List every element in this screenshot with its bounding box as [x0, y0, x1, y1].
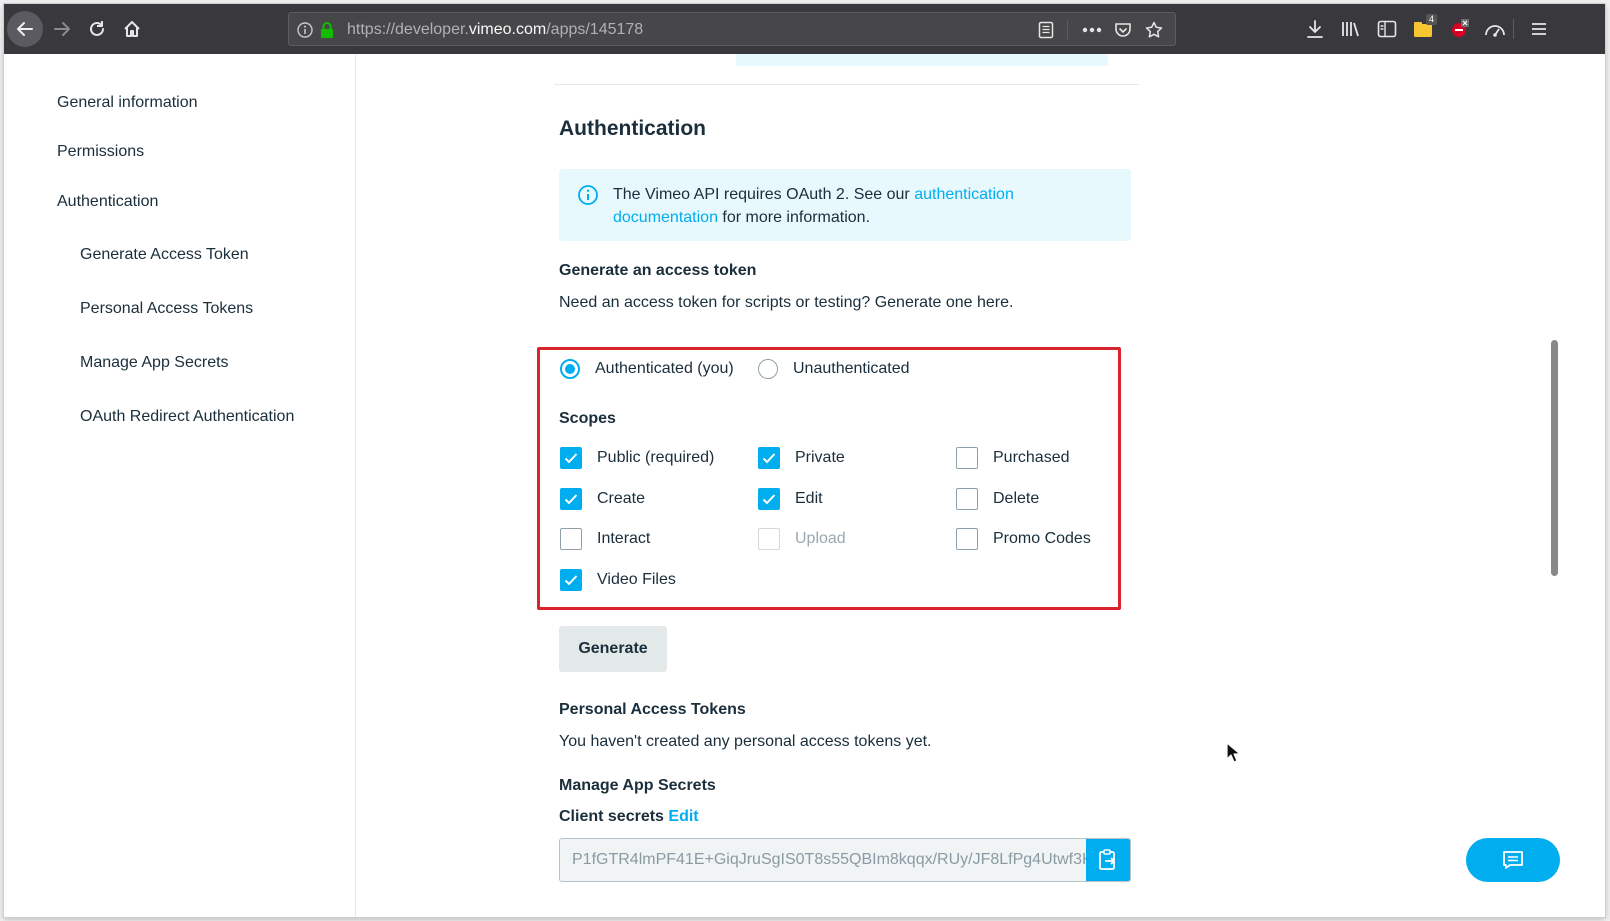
- toolbar-divider: [1513, 19, 1514, 39]
- generate-token-heading: Generate an access token: [559, 262, 757, 279]
- browser-window: https://developer.vimeo.com/apps/145178: [4, 4, 1605, 917]
- copy-secret-button[interactable]: [1086, 839, 1130, 881]
- url-text[interactable]: https://developer.vimeo.com/apps/145178: [347, 21, 643, 39]
- checkmark-icon: [564, 575, 578, 586]
- radio-authenticated-control[interactable]: [560, 359, 580, 379]
- scopes-heading: Scopes: [559, 410, 616, 427]
- checkbox-create[interactable]: [560, 488, 582, 510]
- checkbox-upload: [758, 528, 780, 550]
- scope-promo-codes[interactable]: Promo Codes: [956, 527, 1091, 551]
- back-button[interactable]: [7, 11, 43, 47]
- more-actions-icon[interactable]: [1081, 20, 1103, 40]
- scope-interact[interactable]: Interact: [560, 527, 650, 551]
- scope-private[interactable]: Private: [758, 446, 845, 470]
- scope-create[interactable]: Create: [560, 487, 645, 511]
- radio-authenticated[interactable]: Authenticated (you): [560, 357, 734, 381]
- extension-folder-icon[interactable]: 4: [1408, 12, 1438, 46]
- client-secret-input[interactable]: [560, 839, 1087, 881]
- client-secrets-edit-link[interactable]: Edit: [668, 808, 698, 825]
- info-text: The Vimeo API requires OAuth 2. See our …: [613, 186, 1014, 226]
- forward-button[interactable]: [45, 12, 79, 46]
- checkbox-video-files[interactable]: [560, 569, 582, 591]
- sidebar-item-personal-access-tokens[interactable]: Personal Access Tokens: [80, 300, 253, 318]
- library-badge: 4: [1425, 14, 1437, 25]
- info-circle-icon[interactable]: [295, 20, 315, 40]
- radio-unauthenticated-control[interactable]: [758, 359, 778, 379]
- extension-shield-icon[interactable]: [1444, 12, 1474, 46]
- chat-button[interactable]: [1466, 838, 1560, 882]
- sidebar-toggle-icon[interactable]: [1372, 12, 1402, 46]
- checkmark-icon: [564, 453, 578, 464]
- home-icon: [124, 21, 140, 37]
- arrow-right-icon: [54, 22, 70, 36]
- main-content: Authentication The Vimeo API requires OA…: [356, 54, 1551, 917]
- app-secrets-heading: Manage App Secrets: [559, 777, 716, 794]
- chat-icon: [1503, 851, 1523, 869]
- radio-unauthenticated[interactable]: Unauthenticated: [758, 357, 910, 381]
- checkmark-icon: [762, 453, 776, 464]
- checkbox-private[interactable]: [758, 447, 780, 469]
- scope-delete[interactable]: Delete: [956, 487, 1039, 511]
- scope-purchased[interactable]: Purchased: [956, 446, 1070, 470]
- checkmark-icon: [762, 494, 776, 505]
- checkmark-icon: [564, 494, 578, 505]
- checkbox-public[interactable]: [560, 447, 582, 469]
- info-icon: [578, 185, 598, 205]
- personal-tokens-heading: Personal Access Tokens: [559, 701, 746, 718]
- checkbox-promo-codes[interactable]: [956, 528, 978, 550]
- scope-video-files[interactable]: Video Files: [560, 568, 676, 592]
- personal-tokens-description: You haven't created any personal access …: [559, 733, 932, 750]
- client-secret-field: [559, 838, 1131, 882]
- reload-icon: [90, 21, 104, 36]
- urlbar-divider: [1067, 20, 1068, 40]
- library-icon[interactable]: [1336, 12, 1366, 46]
- star-bookmark-icon[interactable]: [1144, 20, 1164, 40]
- scope-public[interactable]: Public (required): [560, 446, 714, 470]
- extension-gauge-icon[interactable]: [1480, 12, 1510, 46]
- sidebar-nav: General information Permissions Authenti…: [4, 54, 356, 917]
- checkbox-edit[interactable]: [758, 488, 780, 510]
- arrow-left-icon: [17, 22, 33, 36]
- checkbox-purchased[interactable]: [956, 447, 978, 469]
- reload-button[interactable]: [80, 12, 114, 46]
- section-title: Authentication: [559, 117, 706, 140]
- sidebar-item-generate-access-token[interactable]: Generate Access Token: [80, 246, 249, 264]
- checkbox-delete[interactable]: [956, 488, 978, 510]
- client-secrets-label: Client secrets Edit: [559, 808, 699, 825]
- sidebar-item-authentication[interactable]: Authentication: [57, 193, 158, 211]
- pocket-icon[interactable]: [1113, 20, 1133, 40]
- hamburger-menu-icon[interactable]: [1524, 12, 1554, 46]
- info-notice: The Vimeo API requires OAuth 2. See our …: [559, 169, 1131, 241]
- scrollbar-thumb[interactable]: [1551, 340, 1558, 576]
- lock-icon[interactable]: [317, 20, 337, 40]
- reader-view-icon[interactable]: [1036, 20, 1056, 40]
- sidebar-item-oauth-redirect[interactable]: OAuth Redirect Authentication: [80, 408, 294, 426]
- section-divider: [554, 84, 1139, 85]
- browser-toolbar: https://developer.vimeo.com/apps/145178: [4, 4, 1605, 54]
- mouse-cursor-icon: [1226, 742, 1241, 763]
- scope-upload: Upload: [758, 527, 846, 551]
- sidebar-item-manage-app-secrets[interactable]: Manage App Secrets: [80, 354, 229, 372]
- address-bar[interactable]: https://developer.vimeo.com/apps/145178: [288, 12, 1176, 46]
- download-icon[interactable]: [1300, 12, 1330, 46]
- generate-token-description: Need an access token for scripts or test…: [559, 294, 1014, 311]
- home-button[interactable]: [115, 12, 149, 46]
- previous-section-strip: [736, 54, 1108, 66]
- generate-button[interactable]: Generate: [559, 626, 667, 672]
- sidebar-item-permissions[interactable]: Permissions: [57, 143, 144, 161]
- checkbox-interact[interactable]: [560, 528, 582, 550]
- sidebar-item-general-information[interactable]: General information: [57, 94, 198, 112]
- clipboard-icon: [1099, 849, 1115, 870]
- scope-edit[interactable]: Edit: [758, 487, 823, 511]
